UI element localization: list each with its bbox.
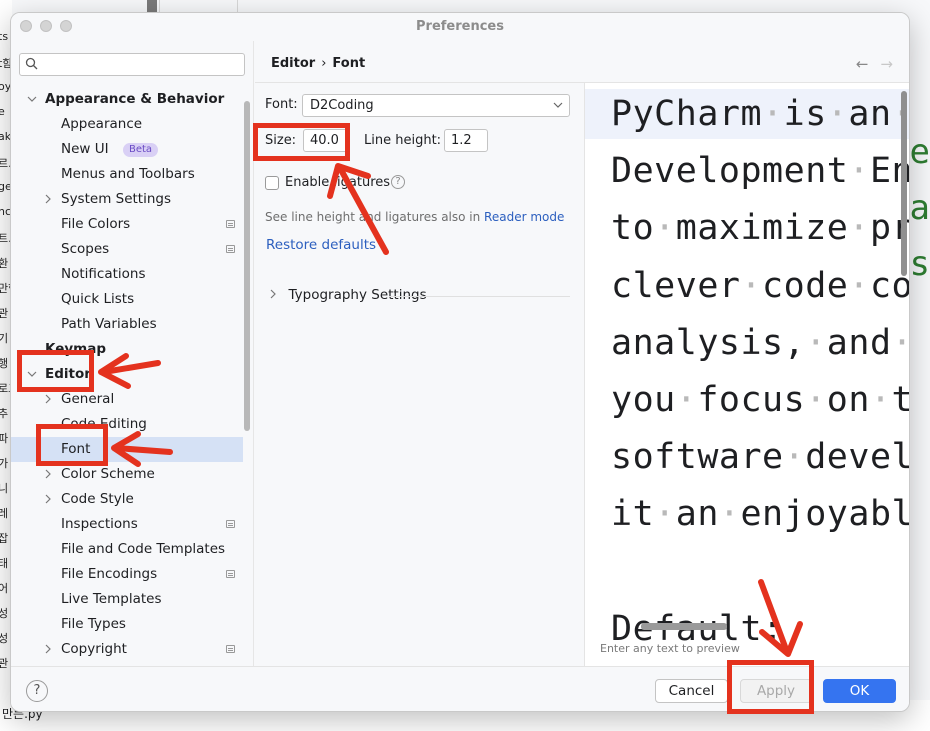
size-arrow-icon (337, 165, 389, 255)
annotation-arrows (98, 163, 803, 657)
